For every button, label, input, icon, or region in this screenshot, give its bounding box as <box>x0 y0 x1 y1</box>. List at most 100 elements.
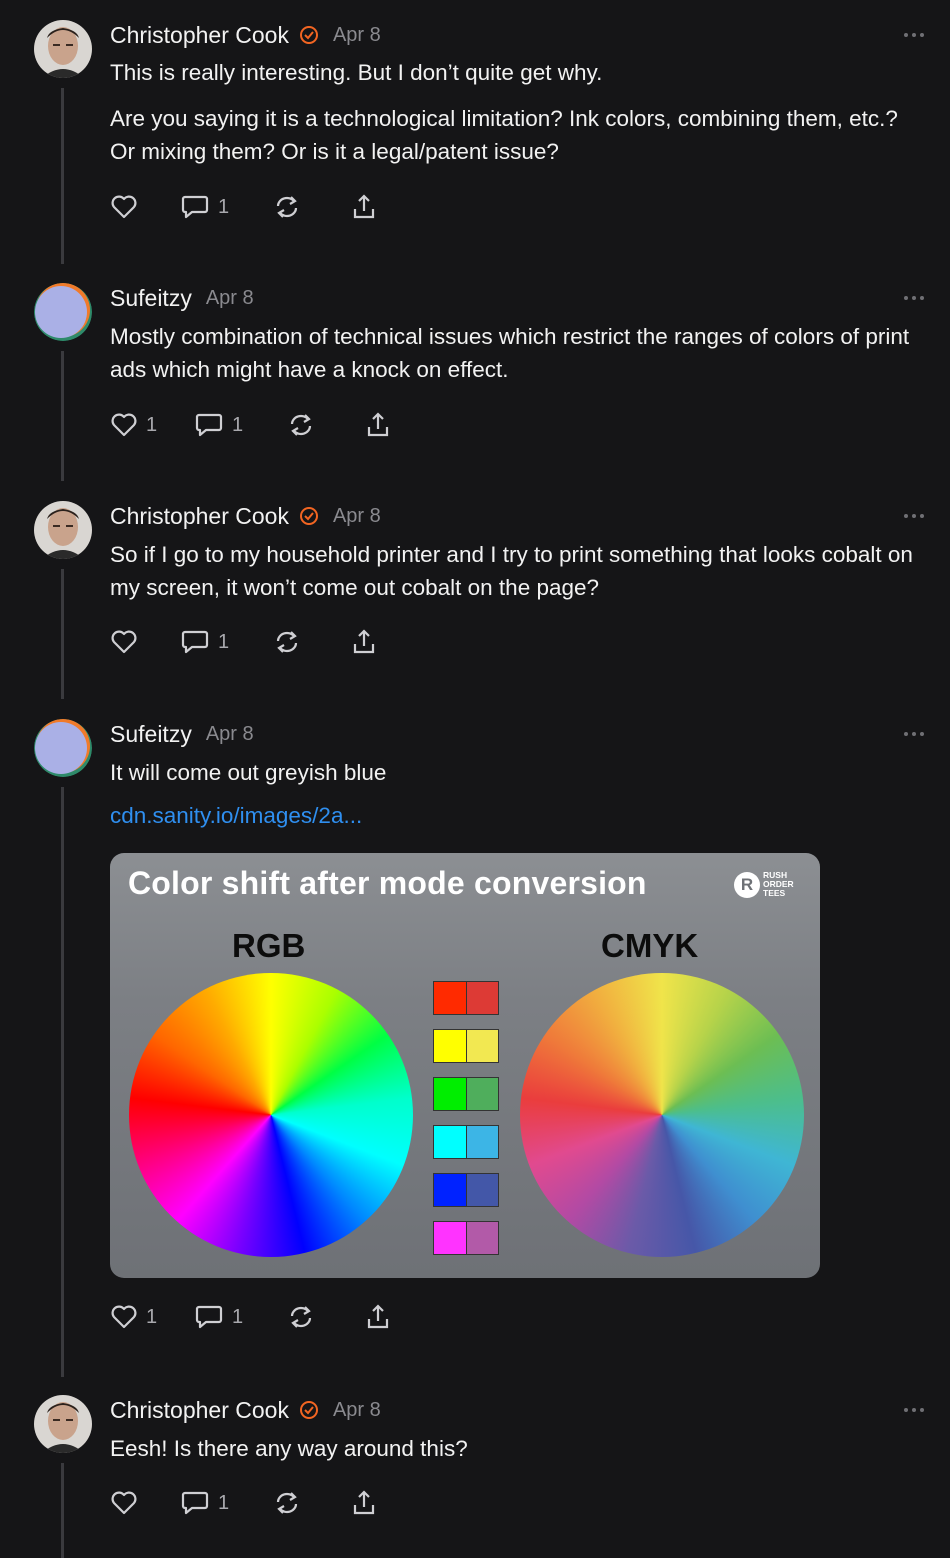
more-options-icon[interactable] <box>902 507 926 525</box>
cmyk-swatch <box>465 1126 498 1158</box>
reply-count: 1 <box>218 630 230 653</box>
author-name[interactable]: Sufeitzy <box>110 285 192 312</box>
color-swatch-pair <box>433 1221 499 1255</box>
post-text: Mostly combination of technical issues w… <box>110 324 910 382</box>
verified-badge-icon <box>299 1401 318 1419</box>
heart-icon <box>111 1491 137 1515</box>
post-header: Sufeitzy Apr 8 <box>110 283 254 313</box>
restack-button[interactable] <box>286 408 364 442</box>
post-actions: 1 1 <box>110 408 392 442</box>
image-link[interactable]: cdn.sanity.io/images/2a... <box>110 803 362 829</box>
share-button[interactable] <box>350 625 378 659</box>
post-actions: 1 <box>110 625 378 659</box>
avatar-christopher-cook[interactable] <box>34 501 92 559</box>
author-name[interactable]: Sufeitzy <box>110 721 192 748</box>
reply-button[interactable]: 1 <box>180 190 272 224</box>
restack-icon <box>276 631 298 653</box>
reply-button[interactable]: 1 <box>194 1300 286 1334</box>
like-button[interactable]: 1 <box>110 408 194 442</box>
heart-icon <box>111 630 137 654</box>
embedded-image-color-shift[interactable]: Color shift after mode conversion R RUSH… <box>110 853 820 1278</box>
share-icon <box>353 194 375 219</box>
like-button[interactable] <box>110 1486 180 1520</box>
restack-button[interactable] <box>286 1300 364 1334</box>
reply-count: 1 <box>218 195 230 218</box>
like-count: 1 <box>146 413 158 436</box>
like-button[interactable] <box>110 190 180 224</box>
like-button[interactable]: 1 <box>110 1300 194 1334</box>
avatar-christopher-cook[interactable] <box>34 1395 92 1453</box>
logo-mark: R <box>734 871 760 898</box>
color-swatch-pair <box>433 1173 499 1207</box>
avatar-christopher-cook[interactable] <box>34 20 92 78</box>
post-header: Christopher Cook Apr 8 <box>110 1395 381 1425</box>
cmyk-label: CMYK <box>601 927 699 964</box>
post-actions: 1 1 <box>110 1300 392 1334</box>
verified-badge-icon <box>299 507 318 525</box>
comment-icon <box>181 1491 209 1515</box>
restack-button[interactable] <box>272 625 350 659</box>
post-date[interactable]: Apr 8 <box>206 287 254 310</box>
share-button[interactable] <box>364 1300 392 1334</box>
thread-line <box>61 569 64 699</box>
reply-button[interactable]: 1 <box>180 1486 272 1520</box>
share-button[interactable] <box>350 190 378 224</box>
comment-icon <box>181 195 209 219</box>
reply-count: 1 <box>232 1305 244 1328</box>
thread-line <box>61 351 64 481</box>
post-header: Christopher Cook Apr 8 <box>110 20 381 50</box>
author-name[interactable]: Christopher Cook <box>110 22 289 49</box>
rgb-swatch <box>434 1078 466 1110</box>
post-actions: 1 <box>110 190 378 224</box>
more-options-icon[interactable] <box>902 725 926 743</box>
rgb-color-wheel <box>129 973 413 1257</box>
post-text: Eesh! Is there any way around this? <box>110 1436 468 1461</box>
post-text: So if I go to my household printer and I… <box>110 542 913 600</box>
cmyk-swatch <box>465 1222 498 1254</box>
share-icon <box>367 1304 389 1329</box>
avatar-sufeitzy[interactable] <box>34 283 92 341</box>
share-button[interactable] <box>364 408 392 442</box>
comment-icon <box>195 413 223 437</box>
author-name[interactable]: Christopher Cook <box>110 1397 289 1424</box>
share-icon <box>353 1490 375 1515</box>
post-date[interactable]: Apr 8 <box>333 505 381 528</box>
logo-text: RUSH ORDER TEES <box>763 870 794 898</box>
like-button[interactable] <box>110 625 180 659</box>
post-date[interactable]: Apr 8 <box>333 24 381 47</box>
share-icon <box>367 412 389 437</box>
post-actions: 1 <box>110 1486 378 1520</box>
cmyk-color-wheel <box>520 973 804 1257</box>
post-header: Sufeitzy Apr 8 <box>110 719 254 749</box>
rgb-swatch <box>434 1222 466 1254</box>
thread-line <box>61 1463 64 1558</box>
reply-count: 1 <box>218 1491 230 1514</box>
post-header: Christopher Cook Apr 8 <box>110 501 381 531</box>
avatar-sufeitzy[interactable] <box>34 719 92 777</box>
post-text: It will come out greyish blue <box>110 760 387 785</box>
rgb-label: RGB <box>232 927 306 964</box>
like-count: 1 <box>146 1305 158 1328</box>
post-date[interactable]: Apr 8 <box>206 723 254 746</box>
heart-icon <box>111 195 137 219</box>
rgb-swatch <box>434 982 466 1014</box>
more-options-icon[interactable] <box>902 1401 926 1419</box>
reply-button[interactable]: 1 <box>180 625 272 659</box>
more-options-icon[interactable] <box>902 289 926 307</box>
reply-button[interactable]: 1 <box>194 408 286 442</box>
verified-badge-icon <box>299 26 318 44</box>
thread-line <box>61 88 64 264</box>
reply-count: 1 <box>232 413 244 436</box>
restack-button[interactable] <box>272 190 350 224</box>
share-button[interactable] <box>350 1486 378 1520</box>
restack-button[interactable] <box>272 1486 350 1520</box>
more-options-icon[interactable] <box>902 26 926 44</box>
rgb-swatch <box>434 1030 466 1062</box>
post-date[interactable]: Apr 8 <box>333 1399 381 1422</box>
post-text: This is really interesting. But I don’t … <box>110 60 603 85</box>
restack-icon <box>290 414 312 436</box>
heart-icon <box>111 413 137 437</box>
author-name[interactable]: Christopher Cook <box>110 503 289 530</box>
rgb-swatch <box>434 1126 466 1158</box>
rgb-swatch <box>434 1174 466 1206</box>
